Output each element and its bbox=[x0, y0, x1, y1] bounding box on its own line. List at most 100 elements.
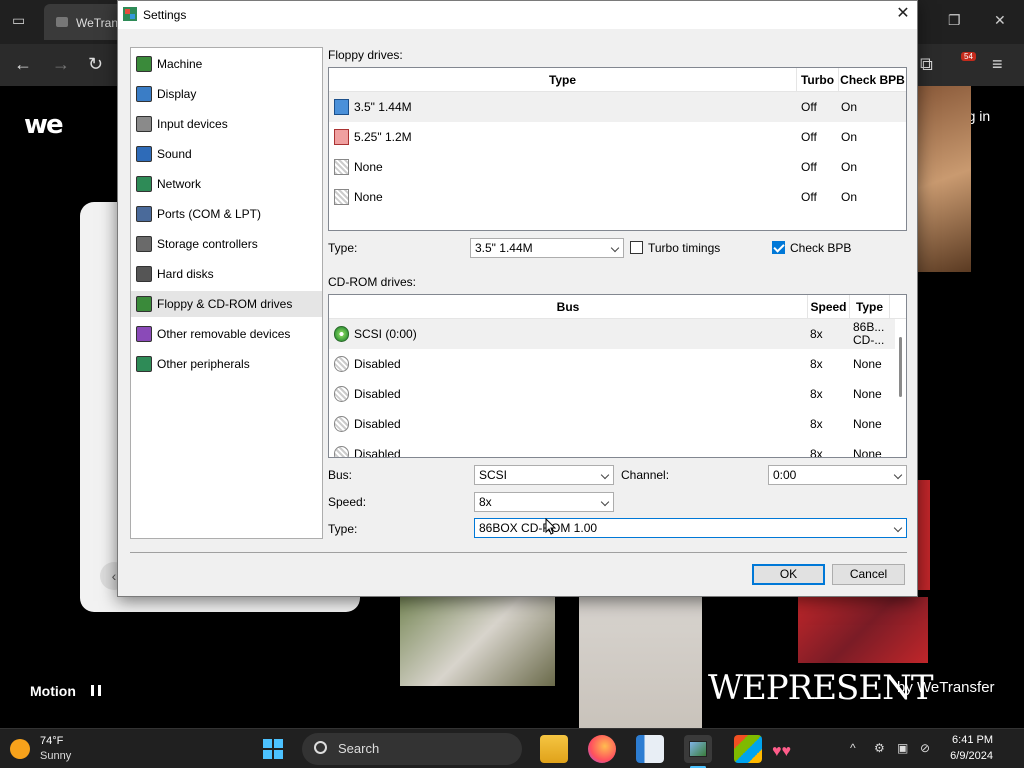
firefox-icon[interactable] bbox=[588, 735, 616, 763]
machine-icon bbox=[136, 56, 152, 72]
clock-time[interactable]: 6:41 PM bbox=[949, 734, 993, 746]
sidebar-item[interactable]: Floppy & CD-ROM drives bbox=[131, 291, 322, 317]
close-window-icon[interactable]: ✕ bbox=[994, 12, 1006, 29]
sidebar-item[interactable]: Display bbox=[131, 81, 322, 107]
peripherals-icon bbox=[136, 356, 152, 372]
tab-actions-icon[interactable]: ▭ bbox=[12, 12, 25, 29]
sidebar-item[interactable]: Hard disks bbox=[131, 261, 322, 287]
sidebar-item-label: Other removable devices bbox=[157, 327, 291, 341]
store-icon[interactable] bbox=[734, 735, 762, 763]
chevron-down-icon bbox=[893, 523, 903, 533]
wetransfer-logo[interactable]: we bbox=[24, 110, 64, 140]
86box-app-icon bbox=[689, 741, 707, 757]
speed-select[interactable]: 8x bbox=[474, 492, 614, 512]
refresh-icon[interactable]: ↻ bbox=[88, 54, 103, 74]
cdrom-disabled-icon bbox=[334, 446, 349, 457]
hard-disk-icon bbox=[136, 266, 152, 282]
sidebar-item[interactable]: Input devices bbox=[131, 111, 322, 137]
check-bpb-label[interactable]: Check BPB bbox=[790, 241, 851, 255]
floppy-type-cell: None bbox=[354, 160, 383, 174]
back-icon[interactable]: ← bbox=[14, 54, 32, 74]
cdrom-drive-row[interactable]: Disabled 8x None bbox=[329, 439, 895, 457]
tray-expand-icon[interactable]: ^ bbox=[850, 741, 856, 755]
windows-start-icon[interactable] bbox=[263, 739, 283, 759]
extensions-icon[interactable]: ⧉ bbox=[920, 54, 933, 74]
search-icon bbox=[314, 741, 327, 754]
scrollbar-thumb[interactable] bbox=[899, 337, 902, 397]
floppy-drive-list: Type Turbo Check BPB 3.5" 1.44M Off On 5.25… bbox=[328, 67, 907, 231]
cdrom-type-line: CD-... bbox=[853, 333, 885, 347]
dialog-separator bbox=[130, 552, 907, 553]
sidebar-item[interactable]: Network bbox=[131, 171, 322, 197]
floppy-drive-row[interactable]: None Off On bbox=[329, 152, 906, 182]
dialog-titlebar[interactable]: Settings ✕ bbox=[118, 1, 917, 29]
check-bpb-checkbox[interactable] bbox=[772, 241, 785, 254]
cdrom-drive-row[interactable]: Disabled 8x None bbox=[329, 409, 895, 439]
tray-display-icon[interactable]: ▣ bbox=[897, 741, 908, 755]
cdrom-drive-row[interactable]: SCSI (0:00) 8x 86B... CD-... bbox=[329, 319, 895, 349]
column-header-speed[interactable]: Speed bbox=[808, 295, 850, 319]
bus-value: SCSI bbox=[479, 468, 508, 482]
weather-temp[interactable]: 74°F bbox=[40, 735, 63, 747]
sidebar-item-label: Input devices bbox=[157, 117, 228, 131]
sidebar-item[interactable]: Ports (COM & LPT) bbox=[131, 201, 322, 227]
channel-label: Channel: bbox=[621, 468, 670, 482]
bus-select[interactable]: SCSI bbox=[474, 465, 614, 485]
pause-icon[interactable] bbox=[91, 685, 101, 696]
chevron-down-icon bbox=[893, 470, 903, 480]
dialog-close-icon[interactable]: ✕ bbox=[892, 4, 914, 24]
turbo-timings-checkbox[interactable] bbox=[630, 241, 643, 254]
floppy-type-cell: 3.5" 1.44M bbox=[354, 100, 412, 114]
column-header-turbo[interactable]: Turbo bbox=[797, 68, 839, 92]
file-explorer-icon[interactable] bbox=[540, 735, 568, 763]
taskbar-search[interactable]: Search ♥♥ bbox=[302, 733, 791, 765]
cancel-button[interactable]: Cancel bbox=[832, 564, 905, 585]
cdrom-drive-list: Bus Speed Type SCSI (0:00) 8x 86B... CD-...… bbox=[328, 294, 907, 458]
floppy-drive-row[interactable]: None Off On bbox=[329, 182, 906, 212]
sidebar-item[interactable]: Other removable devices bbox=[131, 321, 322, 347]
input-devices-icon bbox=[136, 116, 152, 132]
sidebar-item[interactable]: Storage controllers bbox=[131, 231, 322, 257]
floppy-type-select[interactable]: 3.5" 1.44M bbox=[470, 238, 624, 258]
column-header-bus[interactable]: Bus bbox=[329, 295, 808, 319]
clock-date[interactable]: 6/9/2024 bbox=[943, 750, 993, 762]
forward-icon[interactable]: → bbox=[52, 54, 70, 74]
sound-icon bbox=[136, 146, 152, 162]
cdrom-drive-row[interactable]: Disabled 8x None bbox=[329, 349, 895, 379]
floppy-turbo-cell: Off bbox=[801, 100, 817, 114]
cdrom-list-scrollbar[interactable] bbox=[897, 319, 905, 455]
menu-icon[interactable]: ≡ bbox=[992, 54, 1003, 74]
floppy-drive-row[interactable]: 3.5" 1.44M Off On bbox=[329, 92, 906, 122]
turbo-timings-label[interactable]: Turbo timings bbox=[648, 241, 720, 255]
floppy-bpb-cell: On bbox=[841, 160, 858, 174]
restore-window-icon[interactable]: ❐ bbox=[948, 12, 961, 29]
channel-select[interactable]: 0:00 bbox=[768, 465, 907, 485]
sidebar-item[interactable]: Machine bbox=[131, 51, 322, 77]
cdrom-type-select[interactable]: 86BOX CD-ROM 1.00 bbox=[474, 518, 907, 538]
86box-taskbar-icon[interactable] bbox=[684, 735, 712, 763]
notepad-icon[interactable] bbox=[636, 735, 664, 763]
ok-button[interactable]: OK bbox=[752, 564, 825, 585]
floppy-525-icon bbox=[334, 129, 349, 145]
storage-icon bbox=[136, 236, 152, 252]
cdrom-speed-cell: 8x bbox=[810, 357, 823, 371]
cdrom-disabled-icon bbox=[334, 416, 349, 432]
cdrom-drive-row[interactable]: Disabled 8x None bbox=[329, 379, 895, 409]
floppy-turbo-cell: Off bbox=[801, 130, 817, 144]
sun-icon[interactable] bbox=[10, 739, 30, 759]
tray-network-icon[interactable]: ⊘ bbox=[920, 741, 930, 755]
floppy-drive-row[interactable]: 5.25" 1.2M Off On bbox=[329, 122, 906, 152]
cdrom-bus-cell: Disabled bbox=[354, 357, 401, 371]
sidebar-item[interactable]: Sound bbox=[131, 141, 322, 167]
floppy-bpb-cell: On bbox=[841, 130, 858, 144]
cdrom-type-cell: None bbox=[853, 387, 882, 401]
cdrom-type-line: 86B... bbox=[853, 320, 885, 334]
sidebar-item[interactable]: Other peripherals bbox=[131, 351, 322, 377]
tray-security-icon[interactable]: ⚙ bbox=[874, 741, 885, 755]
browser-tab[interactable]: WeTran bbox=[44, 4, 124, 40]
photo-people bbox=[579, 597, 702, 728]
column-header-cd-type[interactable]: Type bbox=[850, 295, 890, 319]
column-header-type[interactable]: Type bbox=[329, 68, 797, 92]
column-header-check-bpb[interactable]: Check BPB bbox=[839, 68, 906, 92]
weather-condition[interactable]: Sunny bbox=[40, 750, 71, 762]
